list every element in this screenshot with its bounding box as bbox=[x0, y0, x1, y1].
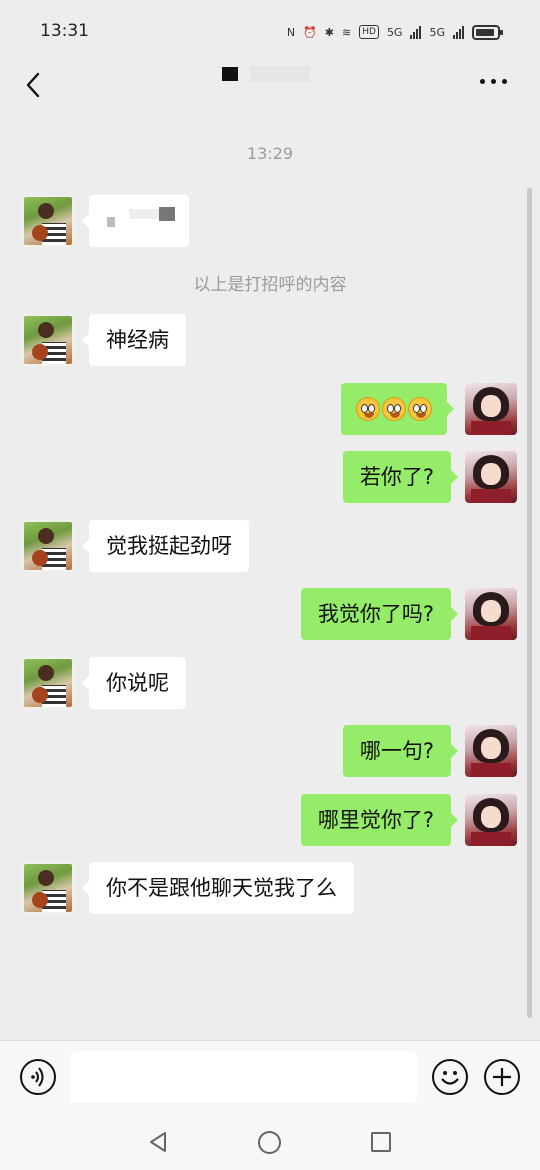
signal-bars-icon bbox=[410, 25, 422, 39]
my-avatar[interactable] bbox=[465, 588, 517, 640]
greeting-note: 以上是打招呼的内容 bbox=[193, 275, 347, 295]
message-bubble-incoming[interactable]: 神经病 bbox=[82, 314, 186, 366]
emoji-icon[interactable] bbox=[432, 1059, 468, 1095]
contact-name-redacted bbox=[222, 67, 238, 81]
tearful-face-emoji bbox=[356, 397, 380, 421]
my-avatar[interactable] bbox=[465, 451, 517, 503]
contact-avatar[interactable] bbox=[22, 195, 74, 247]
wifi-icon: ≋ bbox=[342, 25, 352, 39]
signal-5g-label-2: 5G bbox=[429, 25, 445, 39]
status-time: 13:31 bbox=[40, 21, 89, 41]
my-avatar[interactable] bbox=[465, 383, 517, 435]
tearful-face-emoji bbox=[382, 397, 406, 421]
message-timestamp: 13:29 bbox=[246, 144, 294, 163]
scrollbar[interactable] bbox=[527, 188, 532, 1018]
contact-avatar[interactable] bbox=[22, 314, 74, 366]
nav-recent-apps-icon[interactable] bbox=[371, 1132, 391, 1152]
status-bar: 13:31 N ⏰ ✱ ≋ HD 5G 5G bbox=[0, 0, 540, 60]
message-bubble-outgoing[interactable]: 哪里觉你了? bbox=[300, 794, 459, 846]
input-bar bbox=[0, 1040, 540, 1115]
message-input[interactable] bbox=[70, 1051, 417, 1103]
alarm-icon: ⏰ bbox=[303, 25, 317, 39]
message-bubble-incoming[interactable]: 你说呢 bbox=[82, 657, 186, 709]
nav-back-icon[interactable] bbox=[147, 1131, 169, 1153]
my-avatar[interactable] bbox=[465, 725, 517, 777]
more-dots-icon[interactable] bbox=[480, 75, 510, 87]
message-bubble-emoji[interactable] bbox=[341, 383, 454, 435]
nav-home-icon[interactable] bbox=[258, 1131, 281, 1154]
signal-5g-label-1: 5G bbox=[386, 25, 403, 39]
chevron-left-icon[interactable] bbox=[22, 66, 58, 102]
contact-name-blur bbox=[250, 66, 310, 82]
bluetooth-icon: ✱ bbox=[324, 25, 335, 39]
contact-avatar[interactable] bbox=[22, 862, 74, 914]
tearful-face-emoji bbox=[408, 397, 432, 421]
message-bubble-redacted[interactable] bbox=[82, 195, 189, 247]
contact-avatar[interactable] bbox=[22, 520, 74, 572]
my-avatar[interactable] bbox=[465, 794, 517, 846]
battery-icon bbox=[472, 24, 503, 40]
message-bubble-outgoing[interactable]: 哪一句? bbox=[342, 725, 459, 777]
hd-badge: HD bbox=[359, 25, 379, 39]
message-bubble-incoming[interactable]: 你不是跟他聊天觉我了么 bbox=[82, 862, 354, 914]
chat-area[interactable]: 13:29 以上是打招呼的内容 神经病 若你了? 觉我挺起劲呀 我觉你了吗? 你… bbox=[0, 110, 540, 1040]
nfc-icon: N bbox=[286, 25, 296, 39]
signal-bars-icon-2 bbox=[453, 25, 464, 39]
contact-avatar[interactable] bbox=[22, 657, 74, 709]
status-icons: N ⏰ ✱ ≋ HD 5G 5G bbox=[286, 22, 503, 42]
message-bubble-incoming[interactable]: 觉我挺起劲呀 bbox=[82, 520, 249, 572]
message-bubble-outgoing[interactable]: 我觉你了吗? bbox=[300, 588, 459, 640]
plus-icon[interactable] bbox=[484, 1059, 520, 1095]
message-bubble-outgoing[interactable]: 若你了? bbox=[342, 451, 459, 503]
chat-header bbox=[0, 60, 540, 110]
voice-icon[interactable] bbox=[20, 1059, 56, 1095]
system-navigation bbox=[0, 1115, 540, 1170]
